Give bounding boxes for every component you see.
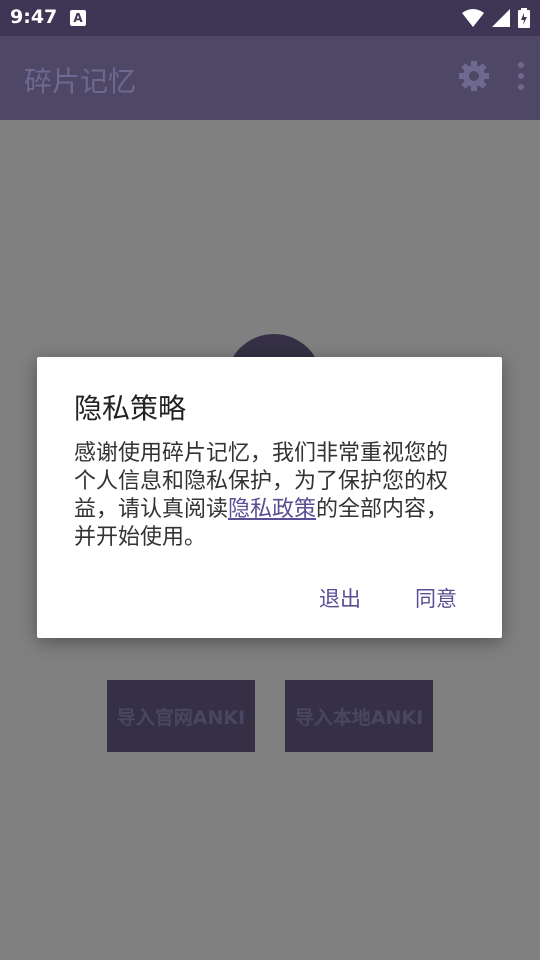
dialog-message: 感谢使用碎片记忆，我们非常重视您的个人信息和隐私保护，为了保护您的权益，请认真阅… xyxy=(74,440,464,552)
app-title: 碎片记忆 xyxy=(24,65,137,98)
privacy-policy-link[interactable]: 隐私政策 xyxy=(228,497,316,522)
signal-icon xyxy=(492,9,510,27)
app-bar: 碎片记忆 xyxy=(0,36,540,120)
status-time: 9:47 xyxy=(10,6,58,28)
status-icons xyxy=(462,6,530,30)
battery-icon xyxy=(518,8,530,28)
app-actions xyxy=(458,60,526,92)
privacy-dialog: 隐私策略 感谢使用碎片记忆，我们非常重视您的个人信息和隐私保护，为了保护您的权益… xyxy=(37,357,502,638)
status-bar: 9:47 A xyxy=(0,0,540,36)
dialog-title: 隐私策略 xyxy=(74,392,187,425)
more-vert-icon[interactable] xyxy=(516,61,526,91)
status-app-icon: A xyxy=(70,10,86,26)
wifi-icon xyxy=(462,9,484,27)
agree-button[interactable]: 同意 xyxy=(415,583,457,613)
exit-button[interactable]: 退出 xyxy=(319,583,361,613)
gear-icon[interactable] xyxy=(458,60,490,92)
